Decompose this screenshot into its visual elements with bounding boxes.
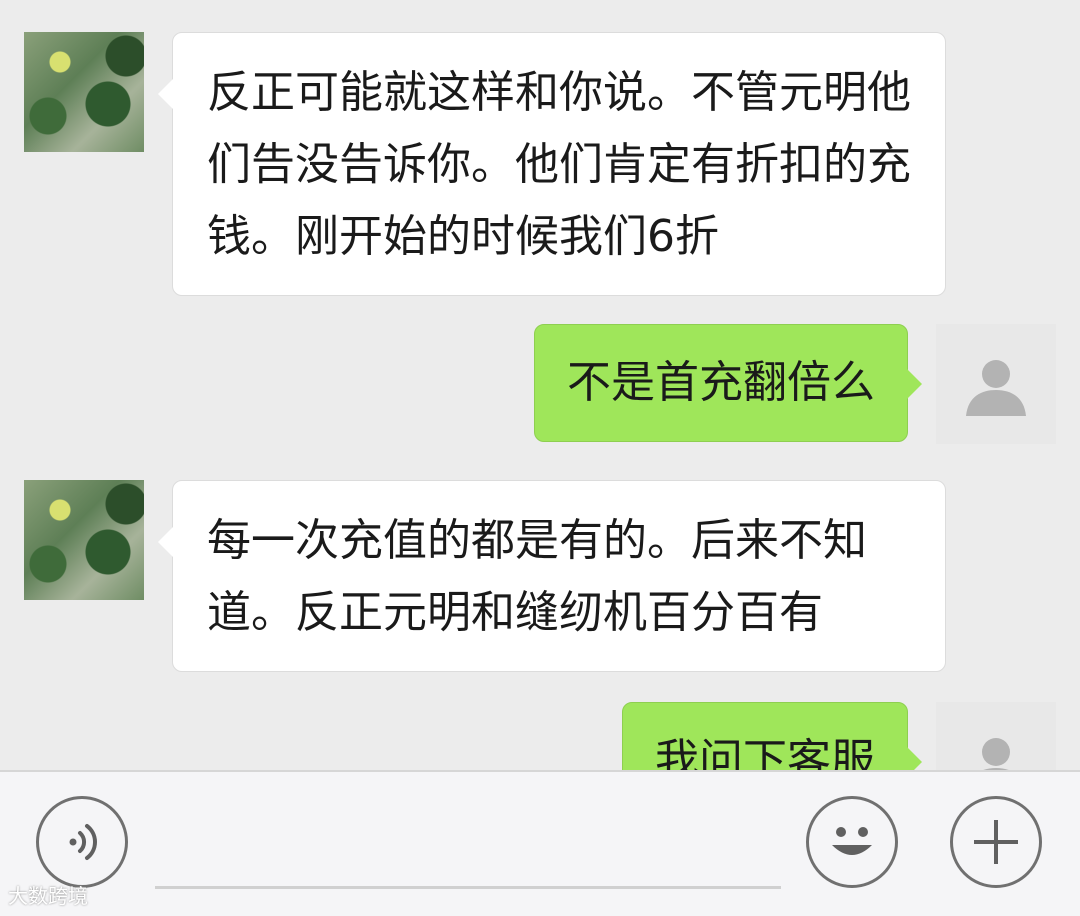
contact-avatar[interactable] bbox=[24, 480, 144, 600]
contact-avatar[interactable] bbox=[24, 32, 144, 152]
emoji-button[interactable] bbox=[806, 796, 898, 888]
incoming-message[interactable]: 反正可能就这样和你说。不管元明他们告没告诉你。他们肯定有折扣的充钱。刚开始的时候… bbox=[158, 32, 946, 296]
incoming-message[interactable]: 每一次充值的都是有的。后来不知道。反正元明和缝纫机百分百有 bbox=[158, 480, 946, 672]
watermark: 大数跨境 bbox=[8, 884, 88, 908]
default-avatar-icon bbox=[982, 738, 1010, 770]
more-button[interactable] bbox=[950, 796, 1042, 888]
chat-area: 反正可能就这样和你说。不管元明他们告没告诉你。他们肯定有折扣的充钱。刚开始的时候… bbox=[0, 0, 1080, 770]
message-text: 我问下客服 bbox=[655, 735, 875, 770]
message-text: 每一次充值的都是有的。后来不知道。反正元明和缝纫机百分百有 bbox=[207, 515, 867, 638]
input-toolbar bbox=[0, 770, 1080, 916]
message-text: 反正可能就这样和你说。不管元明他们告没告诉你。他们肯定有折扣的充钱。刚开始的时候… bbox=[207, 67, 911, 262]
outgoing-message[interactable]: 我问下客服 bbox=[622, 702, 922, 770]
emoji-icon bbox=[832, 827, 872, 855]
outgoing-message[interactable]: 不是首充翻倍么 bbox=[534, 324, 922, 442]
default-avatar-icon bbox=[966, 360, 1026, 416]
my-avatar[interactable] bbox=[936, 702, 1056, 770]
message-text: 不是首充翻倍么 bbox=[567, 357, 875, 408]
plus-icon bbox=[974, 820, 1018, 864]
my-avatar[interactable] bbox=[936, 324, 1056, 444]
message-input[interactable] bbox=[155, 886, 781, 889]
voice-icon bbox=[69, 824, 97, 860]
voice-button[interactable] bbox=[36, 796, 128, 888]
